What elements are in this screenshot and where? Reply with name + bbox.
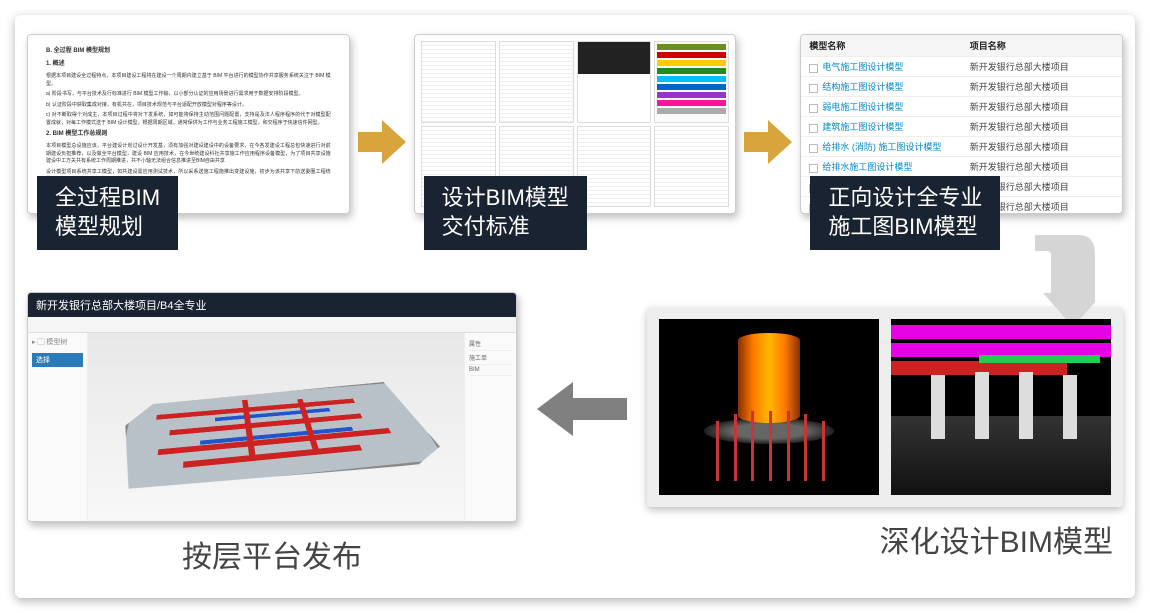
step-3: 模型名称 项目名称 电气施工图设计模型新开发银行总部大楼项目结构施工图设计模型新… xyxy=(800,34,1123,249)
cell-project-name: 新开发银行总部大楼项目 xyxy=(962,157,1122,176)
step-label-line: 施工图BIM模型 xyxy=(828,213,982,242)
render-column-support xyxy=(659,319,879,495)
cell-project-name: 新开发银行总部大楼项目 xyxy=(962,97,1122,116)
sheet xyxy=(499,41,574,123)
cell-model-name: 电气施工图设计模型 xyxy=(801,57,961,76)
doc-section-1: 1. 概述 xyxy=(46,60,331,69)
cell-model-name: 给排水 (消防) 施工图设计模型 xyxy=(801,137,961,156)
sheet xyxy=(577,41,652,123)
table-row: 结构施工图设计模型新开发银行总部大楼项目 xyxy=(801,76,1122,96)
publish-label: 按层平台发布 xyxy=(27,532,517,576)
doc-para: 根据本项目建设全过程特点，本项目建设工程将在建设一个周期内建立基于 BIM 平台… xyxy=(46,73,331,88)
cell-model-name: 弱电施工图设计模型 xyxy=(801,97,961,116)
step-1: B. 全过程 BIM 模型规划 1. 概述 根据本项目建设全过程特点，本项目建设… xyxy=(27,34,350,249)
step-label-line: 正向设计全专业 xyxy=(828,184,982,213)
arrow-right-icon xyxy=(744,120,792,164)
doc-para: c) 对不断取得个对成主，本项目过程中将对下发系统，如可能将保持主动范围问题配置… xyxy=(46,112,331,127)
rpanel-item: 属性 xyxy=(469,337,512,351)
model-3d xyxy=(108,381,449,497)
th-project-name: 项目名称 xyxy=(962,35,1122,56)
table-row: 电气施工图设计模型新开发银行总部大楼项目 xyxy=(801,56,1122,76)
viewer-right-panel: 属性施工单BIM xyxy=(464,333,516,522)
cell-project-name: 新开发银行总部大楼项目 xyxy=(962,57,1122,76)
arrow-down-right-icon xyxy=(1025,235,1095,315)
arrow-right-icon xyxy=(358,120,406,164)
sheet-color-legend xyxy=(654,41,729,123)
step-2: 设计BIM模型 交付标准 xyxy=(414,34,737,249)
doc-para: b) 认证阶段中获取集成对接，有机共在，项目技术规范与平台适配开放模型对程序等设… xyxy=(46,102,331,110)
deep-design-label: 深化设计BIM模型 xyxy=(647,517,1123,561)
cell-project-name: 新开发银行总部大楼项目 xyxy=(962,117,1122,136)
viewer-3d-canvas xyxy=(88,333,464,522)
viewer-toolbar xyxy=(28,317,516,333)
step-label-line: 交付标准 xyxy=(442,213,569,242)
cell-project-name: 新开发银行总部大楼项目 xyxy=(962,77,1122,96)
viewer-left-sidebar: ▸ ▢ 模型树 选择 xyxy=(28,333,88,522)
cell-project-name: 新开发银行总部大楼项目 xyxy=(962,137,1122,156)
table-row: 给排水 (消防) 施工图设计模型新开发银行总部大楼项目 xyxy=(801,136,1122,156)
table-row: 给排水施工图设计模型新开发银行总部大楼项目 xyxy=(801,156,1122,176)
top-row: B. 全过程 BIM 模型规划 1. 概述 根据本项目建设全过程特点，本项目建设… xyxy=(27,27,1123,257)
diagram-frame: B. 全过程 BIM 模型规划 1. 概述 根据本项目建设全过程特点，本项目建设… xyxy=(15,15,1135,598)
step-1-label: 全过程BIM 模型规划 xyxy=(37,176,178,249)
sheet xyxy=(421,41,496,123)
step-label-line: 模型规划 xyxy=(55,213,160,242)
rpanel-item: BIM xyxy=(469,365,512,376)
rpanel-item: 施工单 xyxy=(469,351,512,365)
sidebar-item: 选择 xyxy=(32,353,83,367)
publish-panel: 新开发银行总部大楼项目/B4全专业 ▸ ▢ 模型树 选择 xyxy=(27,292,517,576)
step-label-line: 设计BIM模型 xyxy=(442,184,569,213)
step-3-label: 正向设计全专业 施工图BIM模型 xyxy=(810,176,1000,249)
doc-section-2: 2. BIM 模型工作总规则 xyxy=(46,130,331,139)
cell-model-name: 建筑施工图设计模型 xyxy=(801,117,961,136)
step-2-label: 设计BIM模型 交付标准 xyxy=(424,176,587,249)
deep-design-frame xyxy=(647,307,1123,507)
cell-model-name: 给排水施工图设计模型 xyxy=(801,157,961,176)
doc-para: a) 阶段书写，与平台技术及行标准进行 BIM 模型工作输，以小部分认证的应用场… xyxy=(46,91,331,99)
th-model-name: 模型名称 xyxy=(801,35,961,56)
viewer-title: 新开发银行总部大楼项目/B4全专业 xyxy=(28,293,516,317)
doc-heading: B. 全过程 BIM 模型规划 xyxy=(46,47,331,56)
table-row: 弱电施工图设计模型新开发银行总部大楼项目 xyxy=(801,96,1122,116)
table-header: 模型名称 项目名称 xyxy=(801,35,1122,56)
deep-design-panel: 深化设计BIM模型 xyxy=(647,307,1123,561)
sheet xyxy=(577,126,652,208)
viewer-window: 新开发银行总部大楼项目/B4全专业 ▸ ▢ 模型树 选择 xyxy=(27,292,517,522)
table-row: 建筑施工图设计模型新开发银行总部大楼项目 xyxy=(801,116,1122,136)
step-label-line: 全过程BIM xyxy=(55,184,160,213)
sheet xyxy=(654,126,729,208)
bottom-row: 新开发银行总部大楼项目/B4全专业 ▸ ▢ 模型树 选择 xyxy=(27,292,1123,576)
viewer-body: ▸ ▢ 模型树 选择 xyxy=(28,333,516,522)
doc-para: 本项目模型总设施应该，平台建设计划过设计开发基，须有加强对建设建设中的设备要求，… xyxy=(46,143,331,166)
render-mep-floor xyxy=(891,319,1111,495)
arrow-left-icon xyxy=(537,382,627,486)
cell-model-name: 结构施工图设计模型 xyxy=(801,77,961,96)
